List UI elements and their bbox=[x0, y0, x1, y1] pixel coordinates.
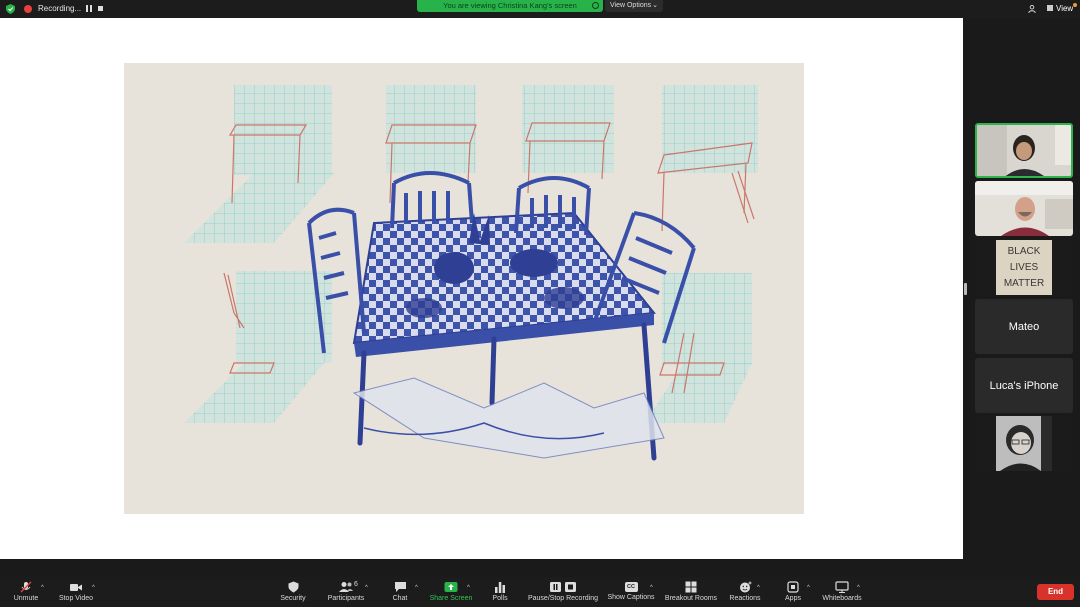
participant-image-3: BLACK LIVES MATTER bbox=[996, 240, 1052, 295]
polls-button[interactable]: Polls bbox=[486, 577, 514, 607]
participant-tile-6[interactable] bbox=[975, 416, 1073, 471]
show-captions-button[interactable]: CC Show Captions bbox=[606, 577, 656, 607]
pause-stop-recording-button[interactable]: Pause/Stop Recording bbox=[526, 577, 600, 607]
viewing-screen-banner: You are viewing Christina Kang's screen bbox=[417, 0, 603, 12]
view-options-button[interactable]: View Options ⌄ bbox=[605, 0, 663, 12]
video-camera-icon bbox=[70, 584, 82, 591]
breakout-rooms-label: Breakout Rooms bbox=[664, 595, 718, 602]
apps-icon bbox=[787, 581, 799, 593]
participant-tile-5[interactable]: Luca's iPhone bbox=[975, 358, 1073, 413]
microphone-muted-icon bbox=[20, 581, 32, 593]
breakout-rooms-icon bbox=[685, 581, 697, 593]
participant-tile-4[interactable]: Mateo bbox=[975, 299, 1073, 354]
chat-button[interactable]: Chat bbox=[386, 577, 414, 607]
chat-label: Chat bbox=[392, 595, 408, 602]
stop-video-button[interactable]: Stop Video bbox=[56, 577, 96, 607]
chevron-down-icon: ⌄ bbox=[652, 2, 658, 9]
shared-artwork-image bbox=[124, 63, 804, 514]
bar-chart-icon bbox=[495, 582, 505, 593]
participant-tile-2[interactable] bbox=[975, 181, 1073, 236]
view-button[interactable]: View bbox=[1056, 4, 1073, 13]
participants-icon bbox=[339, 582, 353, 592]
share-screen-label: Share Screen bbox=[429, 595, 473, 602]
meeting-top-bar: Recording... You are viewing Christina K… bbox=[0, 0, 1080, 18]
participant-video-2 bbox=[975, 181, 1073, 236]
unmute-label: Unmute bbox=[13, 595, 39, 602]
participant-video-6 bbox=[996, 416, 1052, 471]
reactions-options-chevron-icon[interactable]: ^ bbox=[757, 585, 760, 591]
end-meeting-button[interactable]: End bbox=[1037, 584, 1074, 600]
participants-button[interactable]: Participants bbox=[324, 577, 368, 607]
chat-bubble-icon bbox=[394, 582, 406, 592]
breakout-rooms-button[interactable]: Breakout Rooms bbox=[664, 577, 718, 607]
share-screen-button[interactable]: Share Screen bbox=[428, 577, 474, 607]
view-layout-icon[interactable] bbox=[1047, 5, 1053, 11]
viewing-screen-label: You are viewing Christina Kang's screen bbox=[443, 1, 577, 10]
participants-label: Participants bbox=[327, 595, 365, 602]
participant-video-1 bbox=[977, 125, 1071, 176]
participant-tile-1[interactable] bbox=[975, 123, 1073, 178]
meeting-controls-toolbar: Unmute ^ Stop Video ^ Security Participa… bbox=[0, 577, 1080, 607]
video-options-chevron-icon[interactable]: ^ bbox=[92, 585, 95, 591]
whiteboards-options-chevron-icon[interactable]: ^ bbox=[857, 585, 860, 591]
polls-label: Polls bbox=[492, 595, 508, 602]
smiley-plus-icon bbox=[739, 581, 751, 593]
apps-options-chevron-icon[interactable]: ^ bbox=[807, 585, 810, 591]
show-captions-label: Show Captions bbox=[607, 594, 655, 601]
shared-screen bbox=[0, 18, 963, 559]
share-options-chevron-icon[interactable]: ^ bbox=[467, 585, 470, 591]
whiteboards-label: Whiteboards bbox=[822, 595, 862, 602]
view-options-label: View Options bbox=[610, 2, 652, 9]
audio-options-chevron-icon[interactable]: ^ bbox=[41, 585, 44, 591]
svg-text:MATTER: MATTER bbox=[1004, 278, 1044, 289]
security-shield-icon[interactable] bbox=[6, 4, 15, 14]
gallery-resize-handle[interactable] bbox=[964, 283, 967, 295]
reactions-label: Reactions bbox=[729, 595, 761, 602]
reactions-button[interactable]: Reactions bbox=[728, 577, 762, 607]
whiteboards-button[interactable]: Whiteboards bbox=[820, 577, 864, 607]
recording-status-label: Recording... bbox=[38, 4, 82, 13]
captions-icon: CC bbox=[624, 582, 638, 592]
stop-recording-icon[interactable] bbox=[98, 6, 103, 11]
svg-text:BLACK: BLACK bbox=[1008, 246, 1041, 257]
participant-name: Mateo bbox=[1008, 320, 1040, 333]
participant-name: Luca's iPhone bbox=[989, 379, 1059, 392]
info-icon[interactable] bbox=[592, 2, 599, 9]
security-button[interactable]: Security bbox=[276, 577, 310, 607]
unmute-button[interactable]: Unmute bbox=[8, 577, 44, 607]
stop-video-label: Stop Video bbox=[58, 595, 94, 602]
notification-dot-icon bbox=[1073, 3, 1077, 7]
participants-options-chevron-icon[interactable]: ^ bbox=[365, 585, 368, 591]
security-label: Security bbox=[280, 595, 306, 602]
captions-badge-label: CC bbox=[627, 584, 635, 590]
shield-icon bbox=[288, 581, 298, 593]
artwork-illustration bbox=[184, 85, 758, 461]
pause-recording-icon[interactable] bbox=[86, 5, 92, 13]
whiteboard-icon bbox=[835, 581, 849, 593]
participants-count-badge: 6 bbox=[354, 581, 358, 588]
chat-options-chevron-icon[interactable]: ^ bbox=[415, 585, 418, 591]
pause-stop-icon bbox=[550, 582, 576, 592]
pause-stop-recording-label: Pause/Stop Recording bbox=[527, 595, 599, 602]
participant-tile-3[interactable]: BLACK LIVES MATTER bbox=[975, 240, 1073, 295]
captions-options-chevron-icon[interactable]: ^ bbox=[650, 585, 653, 591]
person-icon[interactable] bbox=[1028, 5, 1036, 13]
svg-text:LIVES: LIVES bbox=[1010, 262, 1039, 273]
apps-button[interactable]: Apps bbox=[780, 577, 806, 607]
apps-label: Apps bbox=[785, 595, 801, 602]
share-screen-icon bbox=[444, 582, 458, 592]
recording-indicator-icon bbox=[24, 5, 32, 13]
